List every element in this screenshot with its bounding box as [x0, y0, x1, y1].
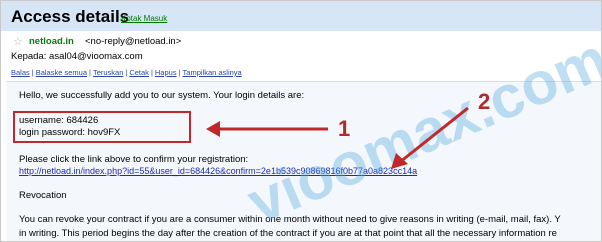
- sender-name: netload.in: [29, 36, 74, 47]
- body-greeting: Hello, we successfully add you to our sy…: [19, 90, 305, 101]
- show-original-link[interactable]: Tampilkan aslinya: [183, 68, 242, 77]
- credentials-highlight-box: [13, 111, 191, 143]
- email-window: Access details Kotak Masuk ☆ netload.in …: [0, 0, 602, 242]
- print-link[interactable]: Cetak: [129, 68, 149, 77]
- message-actions: Balas | Balaske semua | Teruskan | Cetak | Hapus…: [11, 68, 242, 77]
- marker-2-label: 2: [478, 89, 491, 114]
- header-bar: Access details Kotak Masuk: [1, 1, 601, 31]
- reply-all-link[interactable]: Balaske semua: [36, 68, 87, 77]
- recipient-line: Kepada: asal04@vioomax.com: [11, 51, 143, 62]
- star-icon[interactable]: ☆: [13, 35, 23, 48]
- marker-1-label: 1: [338, 116, 351, 141]
- body-revocation-text-2: in writing. This period begins the day a…: [19, 228, 557, 239]
- body-confirm-text: Please click the link above to confirm y…: [19, 154, 249, 165]
- inbox-label-link[interactable]: Kotak Masuk: [121, 14, 167, 23]
- forward-link[interactable]: Teruskan: [93, 68, 123, 77]
- body-revocation-heading: Revocation: [19, 190, 67, 201]
- delete-link[interactable]: Hapus: [155, 68, 177, 77]
- reply-link[interactable]: Balas: [11, 68, 30, 77]
- sender-address: <no-reply@netload.in>: [85, 36, 182, 47]
- email-subject-title: Access details: [11, 7, 130, 26]
